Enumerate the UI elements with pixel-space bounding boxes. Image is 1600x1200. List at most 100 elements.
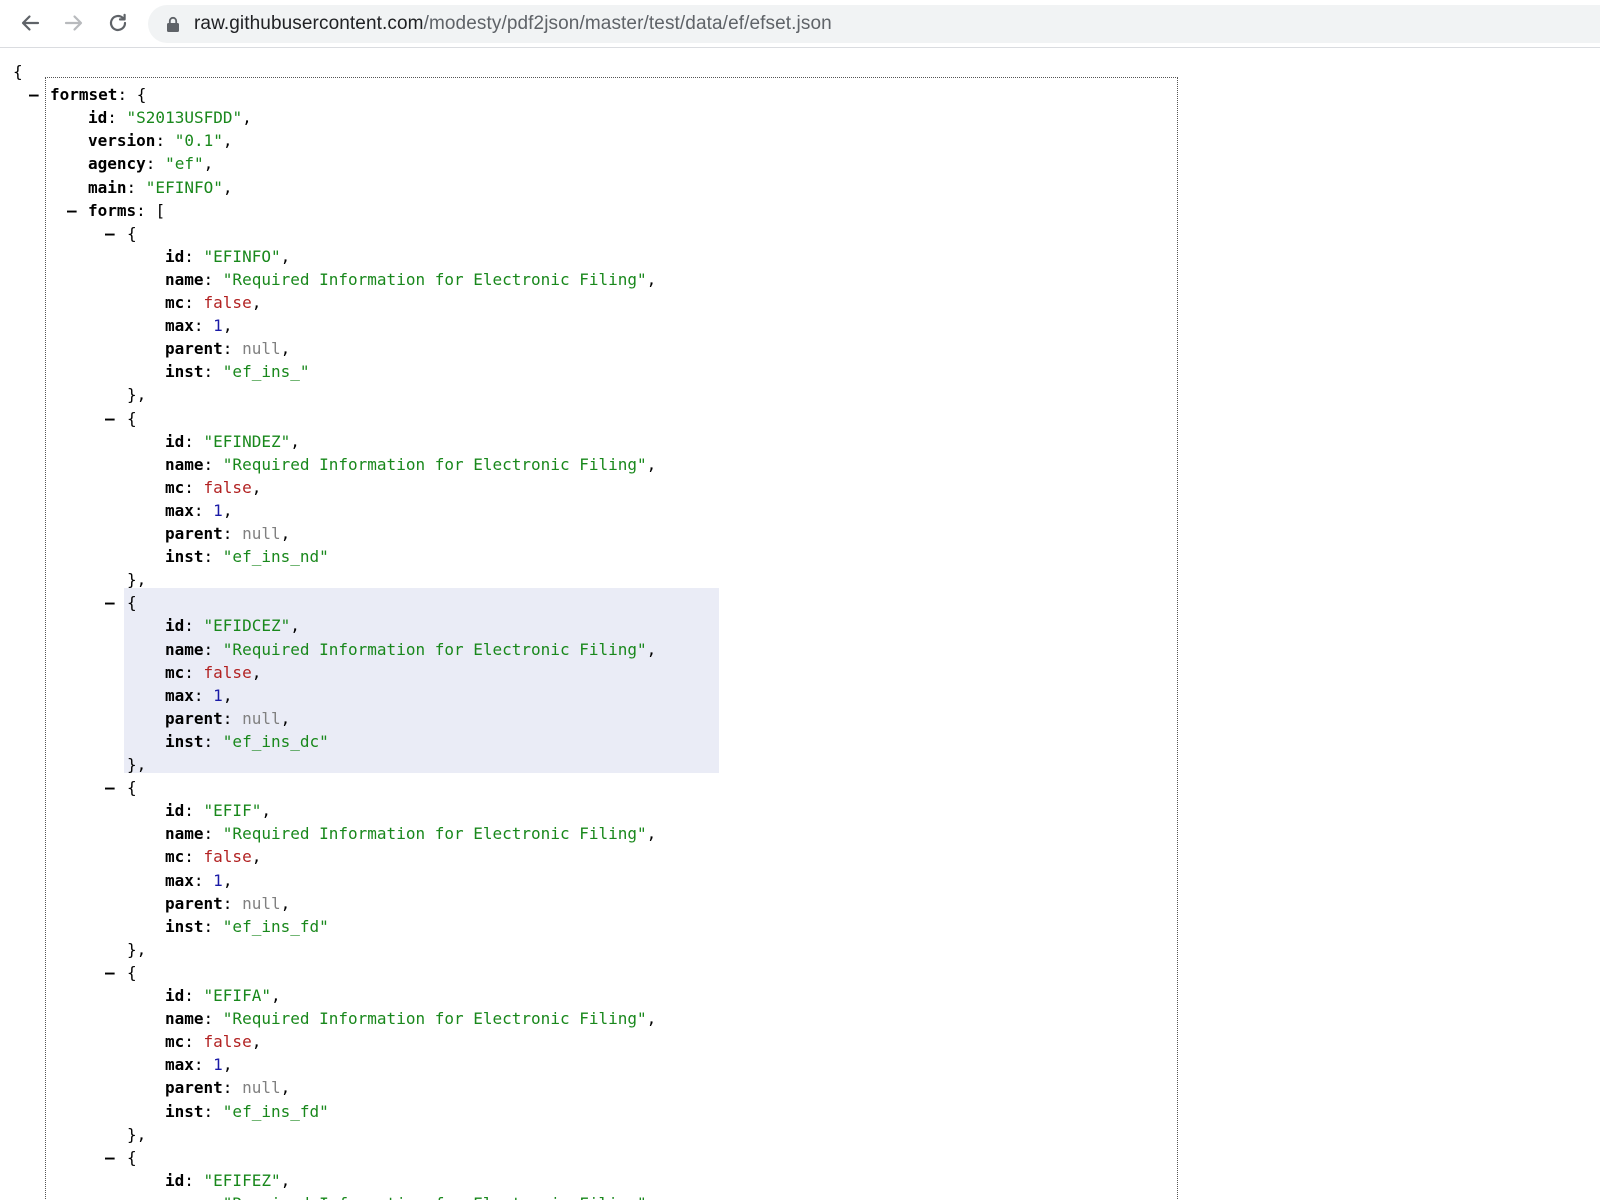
- json-line: inst: "ef_ins_fd": [165, 1101, 329, 1121]
- collapse-toggle[interactable]: –: [105, 222, 115, 245]
- json-line: parent: null,: [165, 339, 291, 359]
- collapse-toggle[interactable]: –: [105, 1146, 115, 1169]
- json-line: version: "0.1",: [88, 131, 233, 151]
- url-host: raw.githubusercontent.com: [194, 13, 424, 34]
- json-key: agency: [88, 154, 146, 174]
- json-line: inst: "ef_ins_fd": [165, 916, 329, 936]
- json-line: name: "Required Information for Electron…: [165, 824, 657, 844]
- json-key: max: [165, 500, 194, 520]
- json-line: id: "EFIFA",: [165, 986, 281, 1005]
- json-value: false: [203, 293, 252, 312]
- reload-button[interactable]: [103, 8, 133, 38]
- json-value: "EFINFO": [145, 177, 223, 197]
- json-line: {: [127, 1147, 137, 1167]
- json-line: id: "EFINDEZ",: [165, 431, 300, 451]
- json-key: name: [165, 639, 204, 659]
- json-viewer: {formset: {– id: "S2013USFDD", version: "0…: [0, 49, 1600, 1200]
- json-value: "EFIFA": [203, 986, 271, 1005]
- collapse-toggle[interactable]: –: [105, 407, 115, 430]
- arrow-right-icon: [64, 15, 83, 31]
- json-key: version: [88, 131, 156, 151]
- json-key: id: [165, 801, 185, 821]
- json-key: max: [165, 1055, 194, 1075]
- collapse-toggle[interactable]: –: [105, 591, 115, 614]
- json-value: false: [203, 477, 252, 497]
- back-button[interactable]: [15, 8, 45, 38]
- json-line: inst: "ef_ins_": [165, 362, 310, 382]
- url-path: /modesty/pdf2json/master/test/data/ef/ef…: [423, 13, 832, 34]
- json-value: "EFIDCEZ": [203, 616, 291, 636]
- json-key: mc: [165, 477, 185, 497]
- json-key: name: [165, 1009, 204, 1029]
- json-key: max: [165, 870, 194, 890]
- json-value: null: [242, 339, 281, 359]
- json-key: id: [165, 986, 185, 1005]
- json-key: parent: [165, 708, 223, 728]
- json-value: false: [203, 662, 252, 682]
- json-line: id: "EFIF",: [165, 801, 271, 821]
- json-value: "0.1": [174, 131, 223, 151]
- json-line: name: "Required Information for Electron…: [165, 639, 657, 659]
- json-value: "ef_ins_fd": [222, 916, 329, 936]
- json-value: "Required Information for Electronic Fil…: [222, 1009, 647, 1029]
- json-key: main: [88, 177, 127, 197]
- json-line: mc: false,: [165, 477, 262, 497]
- json-value: null: [242, 524, 281, 543]
- forward-button[interactable]: [59, 8, 89, 38]
- json-line: },: [127, 755, 147, 774]
- json-value: "Required Information for Electronic Fil…: [222, 824, 647, 844]
- json-key: name: [165, 1194, 204, 1200]
- json-value: false: [203, 1032, 252, 1052]
- json-line: max: 1,: [165, 685, 233, 705]
- json-value: 1: [213, 685, 223, 705]
- json-line: id: "EFINFO",: [165, 246, 291, 266]
- json-line: max: 1,: [165, 870, 233, 890]
- json-line: main: "EFINFO",: [88, 177, 233, 197]
- json-line: id: "S2013USFDD",: [88, 108, 252, 128]
- json-line: name: "Required Information for Electron…: [165, 454, 657, 474]
- json-line: forms: [: [88, 200, 166, 220]
- json-key: id: [88, 108, 108, 128]
- json-line: max: 1,: [165, 500, 233, 520]
- address-bar[interactable]: raw.githubusercontent.com/modesty/pdf2js…: [148, 5, 1600, 43]
- json-line: name: "Required Information for Electron…: [165, 1192, 656, 1200]
- collapse-toggle[interactable]: –: [29, 83, 39, 106]
- collapse-toggle[interactable]: –: [105, 961, 115, 984]
- json-value: "ef": [165, 154, 204, 174]
- json-value: "Required Information for Electronic Fil…: [223, 1194, 647, 1200]
- json-value: "ef_ins_nd": [222, 547, 329, 567]
- collapse-toggle[interactable]: –: [67, 199, 77, 222]
- json-key: mc: [165, 293, 185, 312]
- collapse-toggle[interactable]: –: [105, 776, 115, 799]
- json-key: parent: [165, 339, 223, 359]
- json-line: max: 1,: [165, 1055, 233, 1075]
- json-key: max: [165, 316, 194, 336]
- json-key: inst: [165, 1101, 204, 1121]
- json-key: name: [165, 824, 204, 844]
- browser-toolbar: raw.githubusercontent.com/modesty/pdf2js…: [0, 0, 1600, 48]
- json-value: "Required Information for Electronic Fil…: [222, 639, 647, 659]
- json-value: "ef_ins_dc": [222, 731, 329, 751]
- json-line: },: [127, 570, 147, 590]
- json-line: id: "EFIDCEZ",: [165, 616, 300, 636]
- json-line: parent: null,: [165, 893, 291, 913]
- json-line: },: [127, 385, 147, 405]
- json-key: id: [165, 616, 185, 636]
- json-key: inst: [165, 362, 204, 382]
- json-value: 1: [213, 1055, 223, 1075]
- json-key: name: [165, 454, 204, 474]
- json-line: formset: {: [50, 85, 147, 105]
- json-line: mc: false,: [165, 293, 262, 312]
- json-key: mc: [165, 662, 185, 682]
- json-line: agency: "ef",: [88, 154, 214, 174]
- json-value: "EFIFEZ": [203, 1170, 281, 1190]
- json-value: "Required Information for Electronic Fil…: [222, 269, 647, 289]
- json-key: max: [165, 685, 194, 705]
- json-line: },: [127, 1124, 147, 1144]
- json-key: forms: [88, 200, 137, 220]
- json-value: "EFINDEZ": [203, 431, 291, 451]
- json-value: null: [242, 708, 281, 728]
- json-line: {: [127, 962, 137, 982]
- json-value: null: [242, 1078, 281, 1098]
- json-key: formset: [50, 85, 118, 105]
